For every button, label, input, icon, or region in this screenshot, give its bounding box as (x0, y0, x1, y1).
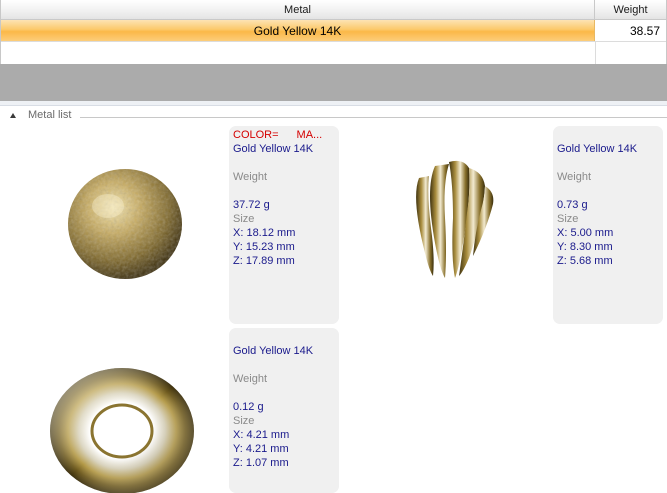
collapse-triangle-icon[interactable] (10, 113, 16, 118)
size-z: Z: 5.68 mm (557, 255, 613, 267)
weight-label: Weight (233, 373, 268, 385)
metal-item-card[interactable]: COLOR= MA... Gold Yellow 14K Weight 37.72… (229, 126, 339, 324)
textured-gold-sphere-icon[interactable] (60, 161, 190, 291)
gold-prong-cluster-icon[interactable] (405, 158, 500, 288)
size-z: Z: 17.89 mm (233, 255, 295, 267)
size-label: Size (233, 213, 255, 225)
metal-item-card[interactable]: Gold Yellow 14K Weight 0.12 g Size X: 4.… (229, 328, 339, 493)
metal-column-header[interactable]: Metal (1, 0, 595, 20)
metal-table: Metal Weight Gold Yellow 14K 38.57 (0, 0, 667, 64)
weight-column-header[interactable]: Weight (595, 0, 666, 20)
size-label: Size (233, 415, 255, 427)
metal-name: Gold Yellow 14K (557, 143, 638, 155)
group-title: Metal list (28, 109, 72, 121)
color-label: COLOR= (233, 129, 279, 141)
size-y: Y: 8.30 mm (557, 241, 613, 253)
table-row[interactable]: Gold Yellow 14K 38.57 (1, 20, 666, 42)
weight-cell[interactable]: 38.57 (595, 20, 666, 41)
weight-label: Weight (557, 171, 592, 183)
size-x: X: 5.00 mm (557, 227, 614, 239)
metal-item-card[interactable]: Gold Yellow 14K Weight 0.73 g Size X: 5.… (553, 126, 663, 324)
weight-value: 37.72 g (233, 199, 270, 211)
weight-label: Weight (233, 171, 268, 183)
size-label: Size (557, 213, 579, 225)
size-x: X: 18.12 mm (233, 227, 296, 239)
gold-torus-ring-icon[interactable] (45, 361, 200, 493)
group-divider (80, 117, 667, 118)
metal-cell[interactable]: Gold Yellow 14K (1, 20, 595, 41)
size-x: X: 4.21 mm (233, 429, 290, 441)
table-header: Metal Weight (1, 0, 666, 20)
table-empty-row (1, 42, 666, 64)
size-y: Y: 4.21 mm (233, 443, 289, 455)
size-y: Y: 15.23 mm (233, 241, 295, 253)
material-label: MA... (296, 129, 323, 141)
group-header[interactable]: Metal list (0, 108, 667, 124)
metal-list-panel: Metal list COLOR= MA... Gold Yellow 14K … (0, 106, 667, 493)
metal-name: Gold Yellow 14K (233, 143, 314, 155)
weight-value: 0.73 g (557, 199, 588, 211)
empty-area (0, 64, 667, 101)
size-z: Z: 1.07 mm (233, 457, 289, 469)
metal-name: Gold Yellow 14K (233, 345, 314, 357)
weight-value: 0.12 g (233, 401, 264, 413)
